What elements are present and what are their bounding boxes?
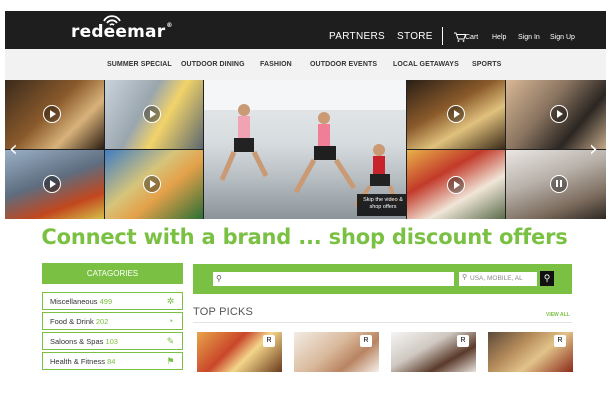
category-fashion[interactable]: FASHION <box>260 61 292 68</box>
play-icon[interactable] <box>550 105 568 123</box>
search-icon: ⚲ <box>216 274 222 283</box>
redeemar-badge-icon: R <box>457 335 469 347</box>
top-pick-card-store[interactable]: R <box>488 332 573 372</box>
nav-store-link[interactable]: STORE <box>397 31 433 42</box>
categories-header: CATAGORIES <box>42 263 183 284</box>
redeemar-badge-icon: R <box>263 335 275 347</box>
search-input[interactable] <box>213 272 454 286</box>
sidebar-item-count: 499 <box>99 297 113 306</box>
view-all-link[interactable]: VIEW ALL <box>546 312 570 318</box>
category-sports[interactable]: SPORTS <box>472 61 501 68</box>
category-local-getaways[interactable]: LOCAL GETAWAYS <box>393 61 459 68</box>
sidebar-item-health-fitness[interactable]: Health & Fitness 84 ⚑ <box>42 352 183 370</box>
sidebar-item-count: 103 <box>105 337 118 346</box>
gallery-next-arrow-icon[interactable]: › <box>589 137 598 162</box>
misc-icon: ✲ <box>166 296 175 306</box>
sidebar-item-label: Health & Fitness <box>50 357 106 366</box>
spa-icon: ✎ <box>166 336 175 346</box>
nav-cart-link[interactable]: Cart <box>465 34 478 41</box>
nav-sign-up-link[interactable]: Sign Up <box>550 34 575 41</box>
location-input[interactable]: USA, MOBILE, AL <box>459 272 537 286</box>
play-icon[interactable] <box>43 175 61 193</box>
gallery-tile-kids[interactable] <box>105 150 203 219</box>
nav-help-link[interactable]: Help <box>492 34 506 41</box>
gallery-tile-fitness-featured[interactable]: Skip the video & shop offers <box>204 80 406 219</box>
play-icon[interactable] <box>43 105 61 123</box>
tagline-heading: Connect with a brand ... shop discount o… <box>41 225 568 249</box>
top-pick-card-salon[interactable]: R <box>391 332 476 372</box>
category-summer-special[interactable]: SUMMER SPECIAL <box>107 61 172 68</box>
play-icon[interactable] <box>447 105 465 123</box>
pause-icon[interactable] <box>550 175 568 193</box>
play-icon[interactable] <box>143 105 161 123</box>
category-outdoor-events[interactable]: OUTDOOR EVENTS <box>310 61 377 68</box>
top-nav-bar: redeemar® PARTNERS STORE Cart Help Sign … <box>5 11 606 49</box>
nav-partners-link[interactable]: PARTNERS <box>329 31 385 42</box>
fitness-icon: ⚑ <box>166 356 175 366</box>
gallery-prev-arrow-icon[interactable]: ‹ <box>9 137 18 162</box>
nav-divider <box>442 27 443 45</box>
sidebar-item-label: Food & Drink <box>50 317 94 326</box>
sidebar-item-label: Miscellaneous <box>50 297 98 306</box>
gallery-tile-market[interactable] <box>407 150 505 219</box>
location-pin-icon: ⚲ <box>462 274 468 281</box>
nav-sign-in-link[interactable]: Sign In <box>518 34 540 41</box>
top-picks-title: TOP PICKS <box>193 306 254 318</box>
gallery-tile-fashion[interactable] <box>5 150 104 219</box>
gallery-tile-dining[interactable] <box>5 80 104 149</box>
play-icon[interactable] <box>447 176 465 194</box>
sidebar-item-miscellaneous[interactable]: Miscellaneous 499 ✲ <box>42 292 183 310</box>
video-gallery: Skip the video & shop offers ‹ › <box>5 80 606 219</box>
top-pick-card-pizza[interactable]: R <box>197 332 282 372</box>
sidebar-item-saloons-spas[interactable]: Saloons & Spas 103 ✎ <box>42 332 183 350</box>
food-icon: ◔ <box>167 316 174 326</box>
gallery-tile-kitchen[interactable] <box>105 80 203 149</box>
play-icon[interactable] <box>143 175 161 193</box>
category-outdoor-dining[interactable]: OUTDOOR DINING <box>181 61 245 68</box>
section-divider <box>193 322 572 323</box>
skip-video-button[interactable]: Skip the video & shop offers <box>357 194 406 216</box>
redeemar-badge-icon: R <box>554 335 566 347</box>
gallery-tile-outdoor[interactable] <box>407 80 505 149</box>
top-pick-card-spa[interactable]: R <box>294 332 379 372</box>
sidebar-item-food-drink[interactable]: Food & Drink 202 ◔ <box>42 312 183 330</box>
category-nav-bar: SUMMER SPECIAL OUTDOOR DINING FASHION OU… <box>5 49 606 80</box>
sidebar-item-count: 202 <box>95 317 109 326</box>
sidebar-item-label: Saloons & Spas <box>50 337 104 346</box>
search-submit-button[interactable]: ⚲ <box>540 271 554 286</box>
redeemar-badge-icon: R <box>360 335 372 347</box>
search-bar: ⚲ USA, MOBILE, AL ⚲ ⚲ <box>193 264 572 294</box>
sidebar-item-count: 84 <box>107 357 116 366</box>
brand-logo[interactable]: redeemar® <box>71 22 173 42</box>
